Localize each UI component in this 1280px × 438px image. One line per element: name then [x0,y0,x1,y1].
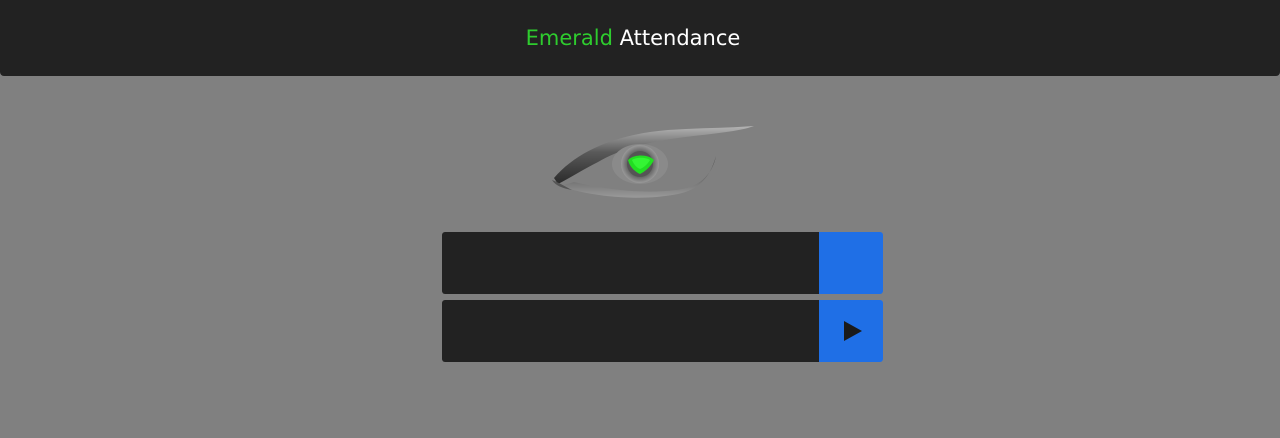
app-title-accent: Emerald [525,26,613,50]
eye-icon [548,120,760,212]
app-title-main: Attendance [619,26,741,50]
password-input[interactable] [442,300,819,362]
text-input-1[interactable] [442,232,819,294]
submit-button[interactable] [819,300,883,362]
app-header: Emerald Attendance [0,0,1280,76]
form-row-1 [442,232,883,294]
play-icon [844,321,862,341]
form-row-2 [442,300,883,362]
field-1-button[interactable] [819,232,883,294]
app-title: Emerald Attendance [526,26,741,50]
